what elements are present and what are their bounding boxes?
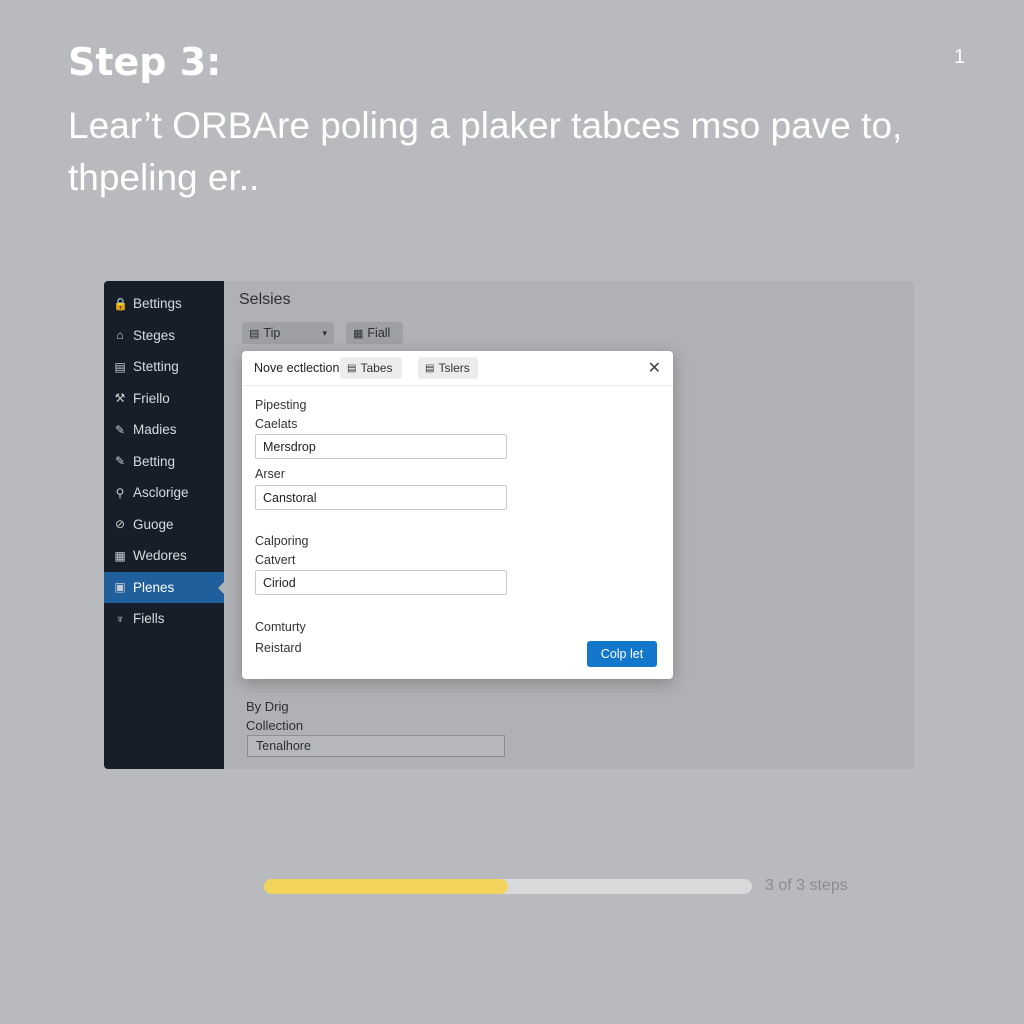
field-label: Arser	[255, 467, 285, 481]
sidebar-item-betting[interactable]: ✎ Betting	[104, 446, 224, 478]
arser-input[interactable]: Canstoral	[255, 485, 507, 510]
instruction-text: Lear’t ORBAre poling a plaker tabces mso…	[68, 105, 903, 198]
fiall-button-label: Fiall	[367, 326, 391, 340]
submit-button[interactable]: Colp let	[587, 641, 657, 667]
collection-modal: Nove ectlection ▤ Tabes ▤ Tslers ✕ Pipes…	[242, 351, 673, 679]
sidebar-item-label: Asclorige	[133, 485, 189, 501]
lock-icon: 🔒	[113, 296, 128, 311]
sidebar-item-label: Betting	[133, 453, 176, 469]
sidebar-item-label: Friello	[133, 390, 170, 406]
section-title: Calporing	[255, 534, 309, 548]
fiall-button[interactable]: ▦ Fiall	[346, 322, 403, 344]
tab-label: Tslers	[438, 361, 470, 375]
field-label: Comturty	[255, 620, 306, 634]
page-number: 1	[954, 46, 966, 68]
document-icon: ▤	[347, 362, 357, 374]
sidebar-item-fiells[interactable]: ♆ Fiells	[104, 603, 224, 635]
catvert-input[interactable]: Ciriod	[255, 570, 507, 595]
section-title: Pipesting	[255, 398, 307, 412]
sidebar-item-guoge[interactable]: ⊘ Guoge	[104, 509, 224, 541]
tip-dropdown-label: Tip	[263, 326, 281, 340]
sidebar-item-steges[interactable]: ⌂ Steges	[104, 320, 224, 352]
field-label: Caelats	[255, 417, 298, 431]
sidebar-item-stetting[interactable]: ▤ Stetting	[104, 351, 224, 383]
modal-header: Nove ectlection ▤ Tabes ▤ Tslers ✕	[242, 351, 673, 386]
sidebar-item-plenes[interactable]: ▣ Plenes	[104, 571, 225, 603]
sidebar-item-label: Stetting	[133, 359, 179, 375]
tab-tabes[interactable]: ▤ Tabes	[340, 357, 402, 379]
document-icon: ▤	[425, 362, 435, 374]
document-icon: ▣	[114, 580, 126, 595]
sidebar-item-asclorige[interactable]: ⚲ Asclorige	[104, 477, 224, 509]
progress-fill	[264, 879, 508, 894]
sidebar-item-label: Wedores	[133, 548, 187, 564]
tab-tslers[interactable]: ▤ Tslers	[418, 357, 478, 379]
step-title: Step 3:	[68, 40, 222, 84]
sidebar-item-label: Plenes	[133, 579, 175, 595]
pencil-icon: ✎	[114, 454, 126, 469]
sidebar-item-label: Steges	[133, 327, 176, 343]
caelats-input[interactable]: Mersdrop	[255, 434, 507, 459]
calendar-icon: ▦	[114, 548, 126, 563]
home-icon: ⌂	[116, 328, 124, 343]
search-icon: ⚲	[115, 485, 125, 500]
tip-dropdown[interactable]: ▤ Tip ▾	[242, 322, 334, 344]
progress-bar	[264, 879, 752, 894]
page-title: Selsies	[239, 291, 291, 308]
pencil-icon: ✎	[114, 422, 126, 437]
sidebar: 🔒 Bettings ⌂ Steges ▤ Stetting ⚒ Friello ✎ Ma…	[104, 281, 225, 769]
sidebar-item-bettings[interactable]: 🔒 Bettings	[104, 288, 224, 320]
tool-icon: ⚒	[114, 391, 126, 406]
mic-icon: ♆	[115, 611, 125, 626]
chevron-down-icon: ▾	[322, 327, 327, 338]
field-label: Reistard	[255, 641, 302, 655]
sidebar-item-friello[interactable]: ⚒ Friello	[104, 383, 224, 415]
sidebar-item-label: Guoge	[133, 516, 174, 532]
sidebar-item-label: Fiells	[133, 611, 165, 627]
bg-section-label: By Drig	[246, 699, 289, 714]
modal-title: Nove ectlection	[254, 361, 340, 375]
sidebar-item-label: Bettings	[133, 296, 182, 312]
sidebar-item-madies[interactable]: ✎ Madies	[104, 414, 224, 446]
layout-icon: ▤	[114, 359, 126, 374]
sidebar-item-label: Madies	[133, 422, 177, 438]
progress-text: 3 of 3 steps	[765, 877, 848, 894]
tab-label: Tabes	[360, 361, 393, 375]
collection-input[interactable]: Tenalhore	[247, 735, 505, 757]
sidebar-item-wedores[interactable]: ▦ Wedores	[104, 540, 224, 572]
sidebar-list: 🔒 Bettings ⌂ Steges ▤ Stetting ⚒ Friello ✎ Ma…	[104, 281, 225, 635]
field-label: Catvert	[255, 553, 296, 567]
link-icon: ⊘	[114, 517, 126, 532]
close-icon[interactable]: ✕	[648, 358, 661, 378]
document-icon: ▤	[249, 327, 260, 340]
table-icon: ▦	[353, 327, 364, 340]
bg-field-label: Collection	[246, 718, 304, 733]
